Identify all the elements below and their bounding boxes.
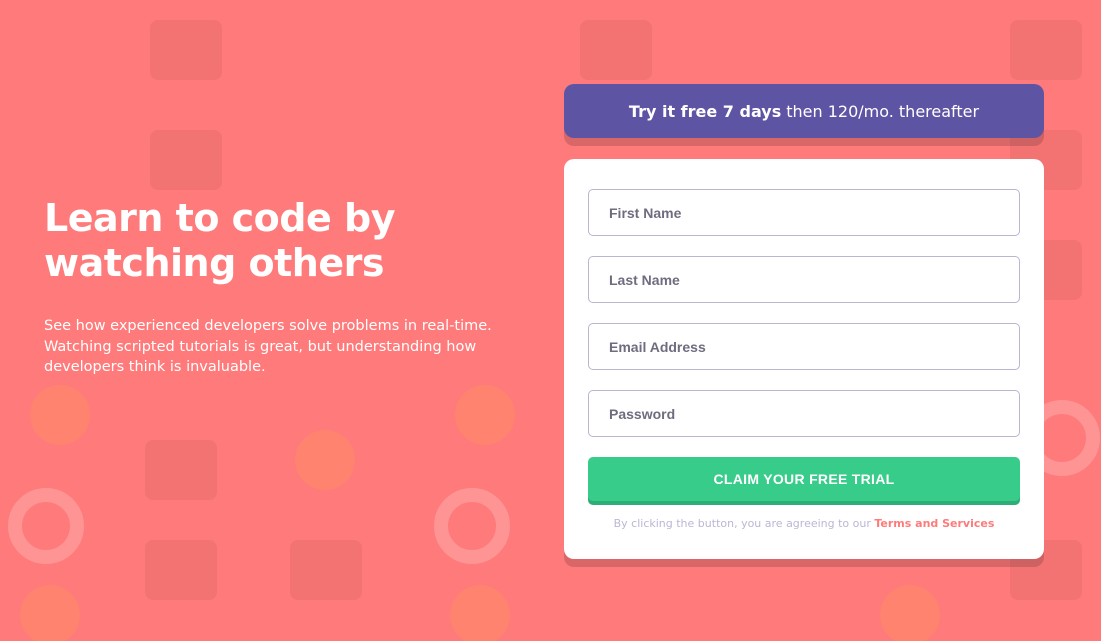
cart-icon [30, 385, 90, 445]
hero-description: See how experienced developers solve pro… [44, 316, 514, 378]
password-input[interactable] [588, 390, 1020, 437]
trial-banner-text: then 120/mo. thereafter [786, 101, 980, 121]
cart-icon [455, 385, 515, 445]
browser-icon [145, 540, 217, 600]
hero-section: Learn to code by watching others See how… [44, 196, 514, 378]
trial-banner: Try it free 7 days then 120/mo. thereaft… [564, 84, 1044, 138]
claim-trial-button[interactable]: CLAIM YOUR FREE TRIAL [588, 457, 1020, 501]
description-line-2: Watching scripted tutorials is great, bu… [44, 338, 477, 355]
description-line-1: See how experienced developers solve pro… [44, 318, 492, 334]
first-name-input[interactable] [588, 189, 1020, 236]
description-line-3: developers think is invaluable. [44, 359, 266, 375]
toolbox-icon [1010, 20, 1082, 80]
toolbox-icon [580, 20, 652, 80]
calendar-icon [290, 540, 362, 600]
puzzle-icon [150, 130, 222, 190]
headline-line-1: Learn to code by [44, 196, 395, 240]
terms-notice: By clicking the button, you are agreeing… [588, 517, 1020, 530]
lifebuoy-icon [8, 488, 84, 564]
trial-banner-bold: Try it free 7 days [628, 101, 782, 121]
document-icon [145, 440, 217, 500]
signup-form: CLAIM YOUR FREE TRIAL By clicking the bu… [564, 159, 1044, 559]
hero-headline: Learn to code by watching others [44, 196, 514, 286]
headline-line-2: watching others [44, 241, 384, 285]
lightbulb-icon [20, 585, 80, 641]
toolbox-icon [150, 20, 222, 80]
email-input[interactable] [588, 323, 1020, 370]
terms-prefix: By clicking the button, you are agreeing… [613, 517, 871, 530]
lightbulb-icon [880, 585, 940, 641]
gear-icon [295, 430, 355, 490]
lifebuoy-icon [434, 488, 510, 564]
lightbulb-icon [450, 585, 510, 641]
last-name-input[interactable] [588, 256, 1020, 303]
terms-link[interactable]: Terms and Services [874, 517, 994, 530]
